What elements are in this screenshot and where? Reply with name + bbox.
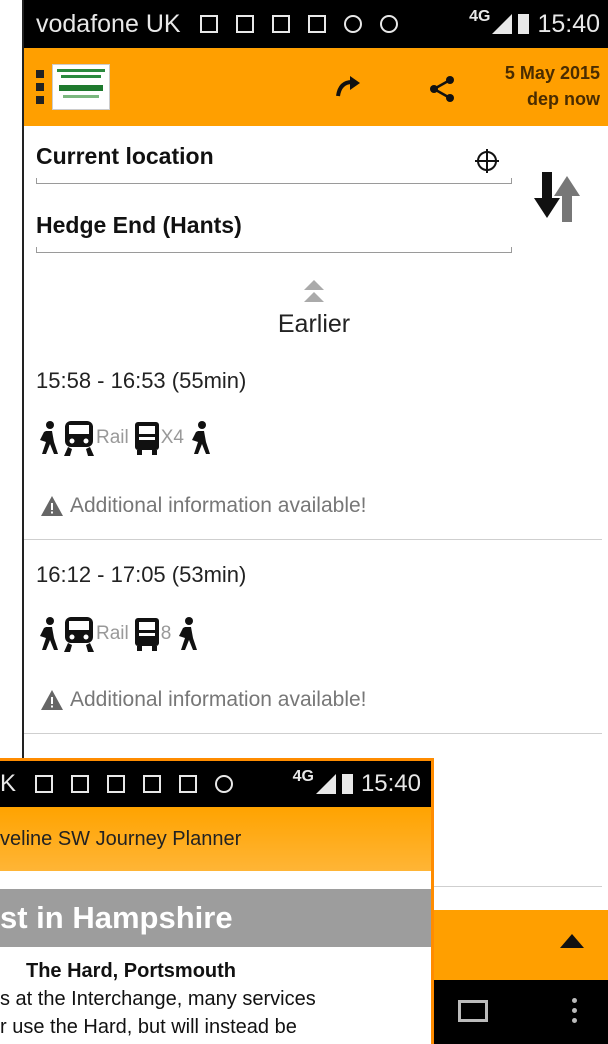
expand-up-icon[interactable] <box>560 934 584 948</box>
app-bar: 5 May 2015 dep now <box>24 48 608 126</box>
inset-body: The Hard, Portsmouth s at the Interchang… <box>0 947 431 1041</box>
bus-icon <box>134 618 159 651</box>
signal-icon <box>492 14 513 34</box>
mode-label: X4 <box>160 427 184 448</box>
divider <box>24 539 602 540</box>
download-icon <box>235 15 254 33</box>
overflow-menu-icon[interactable] <box>572 998 578 1028</box>
earlier-label: Earlier <box>277 310 351 338</box>
divider <box>24 733 602 734</box>
notification-icons <box>191 15 407 33</box>
status-bar: vodafone UK 4G 15:40 <box>24 0 608 48</box>
recent-apps-icon[interactable] <box>458 1000 488 1022</box>
signal-icon <box>315 774 336 794</box>
battery-icon <box>341 774 353 794</box>
clock: 15:40 <box>537 9 600 38</box>
share-icon[interactable] <box>428 74 456 104</box>
origin-field[interactable]: Current location <box>36 143 512 184</box>
inset-system-indicators: 4G 15:40 <box>292 768 421 798</box>
train-icon <box>64 421 94 456</box>
departure-time: dep now <box>527 89 600 109</box>
journey-time[interactable]: 15:58 - 16:53 (55min) <box>36 368 246 394</box>
info-text: Additional information available! <box>70 494 367 517</box>
journey-modes[interactable]: Rail X4 <box>36 418 214 458</box>
swap-icon[interactable] <box>534 168 582 224</box>
inset-location: The Hard, Portsmouth <box>26 960 237 982</box>
network-type: 4G <box>292 768 314 785</box>
image-icon <box>271 15 290 33</box>
journey-time[interactable]: 16:12 - 17:05 (53min) <box>36 562 246 588</box>
battery-icon <box>518 14 530 34</box>
info-text: Additional information available! <box>70 688 367 711</box>
inset-heading: st in Hampshire <box>0 889 431 947</box>
origin-value: Current location <box>36 143 214 169</box>
journey-modes[interactable]: Rail 8 <box>36 614 201 654</box>
inset-notification-icons <box>26 775 242 793</box>
walk-icon <box>40 421 58 454</box>
inset-text-line: s at the Interchange, many services <box>0 988 316 1010</box>
clock: 15:40 <box>360 770 421 797</box>
mode-label: 8 <box>160 623 172 644</box>
inset-status-bar: K 4G 15:40 <box>0 761 431 807</box>
mode-label: Rail <box>96 427 129 448</box>
system-indicators: 4G 15:40 <box>469 8 600 39</box>
destination-value: Hedge End (Hants) <box>36 212 242 238</box>
carrier-name: vodafone UK <box>36 9 181 38</box>
traveline-logo[interactable] <box>52 64 110 110</box>
mail-icon <box>307 15 326 33</box>
warning-icon <box>41 690 63 710</box>
additional-info[interactable]: Additional information available! <box>40 494 367 518</box>
destination-field[interactable]: Hedge End (Hants) <box>36 212 512 253</box>
chevron-up-icon <box>304 280 324 302</box>
walk-icon <box>179 617 198 650</box>
train-icon <box>64 617 94 652</box>
notification-icon <box>199 15 218 33</box>
earlier-button[interactable]: Earlier <box>254 278 374 339</box>
inset-text-line: r use the Hard, but will instead be <box>0 1016 297 1038</box>
location-icon <box>343 15 362 33</box>
travel-date: 5 May 2015 <box>504 63 600 83</box>
bus-icon <box>134 422 159 455</box>
warning-icon <box>41 496 63 516</box>
inset-app-title: veline SW Journey Planner <box>0 807 431 871</box>
download-icon <box>107 775 126 793</box>
inset-screenshot: K 4G 15:40 veline SW Journey Planner st … <box>0 758 434 1044</box>
walk-icon <box>191 421 210 454</box>
date-time-selector[interactable]: 5 May 2015 dep now <box>505 60 600 112</box>
locate-icon[interactable] <box>474 148 500 174</box>
menu-icon[interactable] <box>36 70 44 109</box>
mute-icon <box>379 15 398 33</box>
network-type: 4G <box>469 8 491 25</box>
redo-icon[interactable] <box>334 74 364 104</box>
mail-icon <box>143 775 162 793</box>
notification-icon <box>35 775 54 793</box>
mute-icon <box>215 775 234 793</box>
walk-icon <box>40 617 58 650</box>
mail-icon <box>179 775 198 793</box>
mode-label: Rail <box>96 623 129 644</box>
image-icon <box>71 775 90 793</box>
inset-carrier: K <box>0 770 17 797</box>
additional-info[interactable]: Additional information available! <box>40 688 367 712</box>
